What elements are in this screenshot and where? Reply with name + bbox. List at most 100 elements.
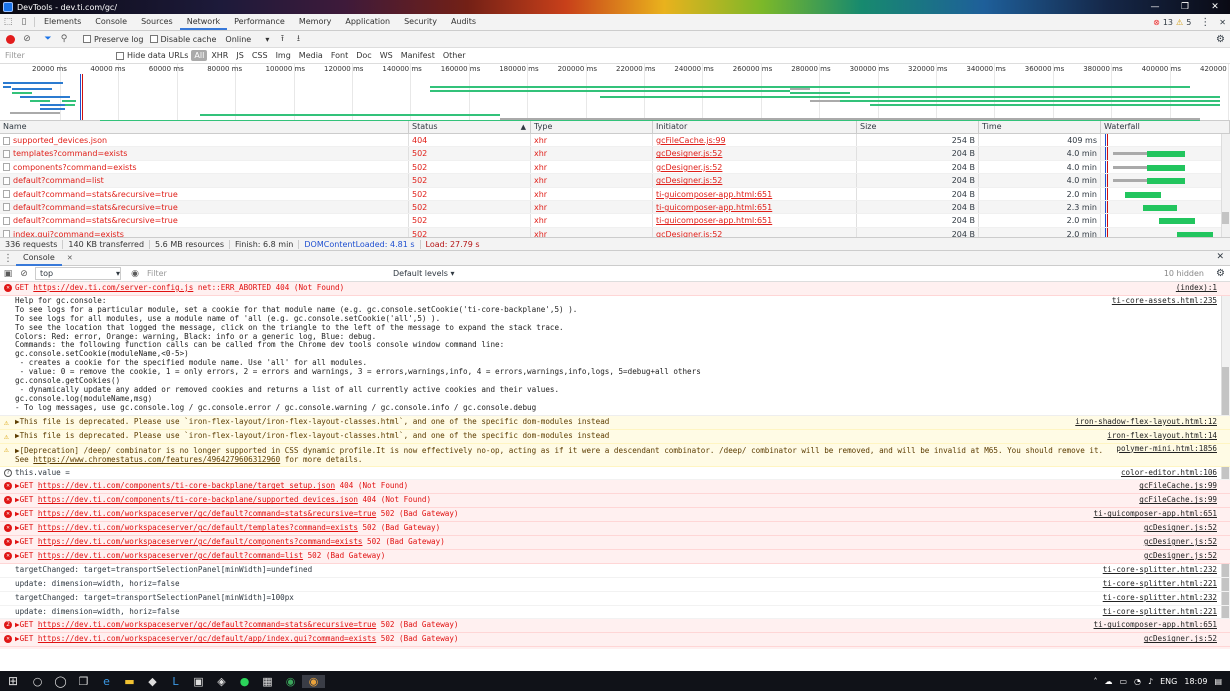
message-source-link[interactable]: iron-shadow-flex-layout.html:12 (1075, 416, 1217, 429)
tab-application[interactable]: Application (338, 14, 397, 30)
tab-sources[interactable]: Sources (134, 14, 180, 30)
filter-type-doc[interactable]: Doc (352, 50, 375, 61)
app-photo-icon[interactable]: ▣ (187, 675, 210, 688)
filter-type-js[interactable]: JS (232, 50, 247, 61)
console-error-message[interactable]: ✕▶GET https://dev.ti.com/workspaceserver… (0, 647, 1230, 649)
console-error-message[interactable]: ✕▶GET https://dev.ti.com/workspaceserver… (0, 508, 1230, 523)
context-select[interactable]: top ▾ (35, 267, 121, 280)
drawer-menu-icon[interactable]: ⋮ (0, 253, 16, 264)
column-header-status[interactable]: Status ▲ (409, 121, 531, 133)
store-icon[interactable]: ◆ (141, 675, 164, 688)
cell-name[interactable]: components?command=exists (0, 160, 409, 174)
console-error-message[interactable]: ✕▶GET https://dev.ti.com/workspaceserver… (0, 549, 1230, 564)
chrome-icon[interactable]: ◉ (279, 675, 302, 688)
console-error-message[interactable]: ✕▶GET https://dev.ti.com/workspaceserver… (0, 633, 1230, 648)
windows-start-icon[interactable]: ⊞ (0, 674, 26, 688)
console-log-message[interactable]: targetChanged: target=transportSelection… (0, 592, 1230, 606)
column-header-name[interactable]: Name (0, 121, 409, 133)
app-box-icon[interactable]: ◈ (210, 675, 233, 688)
cell-initiator[interactable]: gcDesigner.js:52 (653, 147, 857, 160)
close-devtools-icon[interactable]: ✕ (1219, 18, 1226, 27)
console-log-message[interactable]: ? this.value = color-editor.html:106 (0, 467, 1230, 481)
input-language[interactable]: ENG (1160, 677, 1177, 686)
message-source-link[interactable]: gcFileCache.js:99 (1139, 494, 1217, 507)
cell-initiator[interactable]: ti-guicomposer-app.html:651 (653, 214, 857, 227)
filter-type-ws[interactable]: WS (376, 50, 397, 61)
import-har-icon[interactable]: ⭱ (274, 31, 290, 47)
preserve-log-checkbox[interactable] (83, 35, 91, 43)
console-log-message[interactable]: targetChanged: target=transportSelection… (0, 564, 1230, 578)
more-menu-icon[interactable]: ⋮ (1200, 17, 1210, 28)
show-sidebar-icon[interactable]: ▣ (0, 269, 16, 279)
column-header-type[interactable]: Type (531, 121, 653, 133)
console-log-message[interactable]: update: dimension=width, horiz=false ti-c… (0, 578, 1230, 592)
close-drawer-icon[interactable]: ✕ (1216, 252, 1224, 262)
cell-initiator[interactable]: ti-guicomposer-app.html:651 (653, 187, 857, 200)
column-header-waterfall[interactable]: Waterfall (1101, 121, 1230, 133)
edge-icon[interactable]: e (95, 675, 118, 688)
filter-type-other[interactable]: Other (439, 50, 470, 61)
message-source-link[interactable]: color-editor.html:106 (1121, 467, 1217, 480)
message-url-link[interactable]: https://dev.ti.com/workspaceserver/gc/de… (38, 648, 376, 649)
record-icon[interactable] (6, 34, 15, 44)
device-toolbar-icon[interactable]: ▯ (16, 14, 32, 30)
cell-name[interactable]: templates?command=exists (0, 147, 409, 160)
cell-name[interactable]: default?command=stats&recursive=true (0, 214, 409, 227)
message-url-link[interactable]: https://dev.ti.com/workspaceserver/gc/de… (38, 509, 376, 518)
message-source-link[interactable]: ti-core-splitter.html:221 (1103, 606, 1217, 619)
console-error-message[interactable]: ✕▶GET https://dev.ti.com/workspaceserver… (0, 522, 1230, 537)
console-error-message[interactable]: ✕ GET https://dev.ti.com/server-config.js… (0, 282, 1230, 296)
volume-icon[interactable]: ♪ (1148, 677, 1153, 686)
warning-count-icon[interactable]: ⚠ (1176, 18, 1183, 27)
cell-name[interactable]: default?command=list (0, 174, 409, 187)
message-url-link[interactable]: https://dev.ti.com/server-config.js (33, 283, 193, 292)
console-warning-message[interactable]: ⚠ ▶[Deprecation] /deep/ combinator is no … (0, 443, 1230, 467)
log-levels-select[interactable]: Default levels ▾ (393, 269, 455, 278)
maximize-button[interactable]: ❐ (1170, 0, 1200, 14)
filter-type-css[interactable]: CSS (248, 50, 272, 61)
message-url-link[interactable]: https://www.ch (33, 455, 97, 464)
cell-initiator[interactable]: gcDesigner.js:52 (653, 160, 857, 174)
table-scrollbar[interactable] (1221, 134, 1230, 237)
cell-name[interactable]: default?command=stats&recursive=true (0, 200, 409, 214)
tab-console-drawer[interactable]: Console (16, 251, 62, 266)
cell-initiator[interactable]: gcDesigner.js:52 (653, 174, 857, 187)
tab-elements[interactable]: Elements (37, 14, 88, 30)
console-log-message[interactable]: update: dimension=width, horiz=false ti-c… (0, 606, 1230, 620)
file-explorer-icon[interactable]: ▬ (118, 675, 141, 688)
clock[interactable]: 18:09 (1184, 677, 1207, 686)
hide-data-urls-checkbox[interactable] (116, 51, 124, 60)
message-source-link[interactable]: polymer-mini.html:1856 (1116, 444, 1217, 453)
console-error-message[interactable]: ✕ ▶GET https://dev.ti.com/components/ti-c… (0, 494, 1230, 509)
message-source-link[interactable]: ti-core-splitter.html:221 (1103, 578, 1217, 591)
close-tab-icon[interactable]: ✕ (62, 254, 78, 262)
search-icon[interactable]: ○ (26, 675, 49, 688)
console-warning-message[interactable]: ⚠ ▶This file is deprecated. Please use `i… (0, 429, 1230, 444)
warning-count[interactable]: 5 (1186, 18, 1191, 27)
message-url-link[interactable]: https://dev.ti.com/workspaceserver/gc/de… (38, 634, 376, 643)
console-error-message[interactable]: ✕ ▶GET https://dev.ti.com/components/ti-c… (0, 480, 1230, 495)
tab-network[interactable]: Network (179, 14, 228, 30)
filter-type-all[interactable]: All (191, 50, 208, 61)
filter-type-manifest[interactable]: Manifest (397, 50, 439, 61)
network-overview-timeline[interactable]: 20000 ms 40000 ms 60000 ms 80000 ms 100000 m… (0, 64, 1230, 122)
message-url-link[interactable]: https://dev.ti.com/workspaceserver/gc/de… (38, 620, 376, 629)
gear-icon[interactable]: ⚙ (1216, 268, 1225, 279)
table-row[interactable]: default?command=stats&recursive=true 502 x… (0, 200, 1230, 215)
message-url-link[interactable]: https://dev.ti.com/components/ti-core-ba… (38, 495, 358, 504)
message-source-link[interactable]: ti-guicomposer-app.html:651 (1094, 508, 1217, 521)
spotify-icon[interactable]: ● (233, 675, 256, 688)
console-warning-message[interactable]: ⚠ ▶This file is deprecated. Please use `i… (0, 415, 1230, 430)
column-header-initiator[interactable]: Initiator (653, 121, 857, 133)
table-row[interactable]: default?command=list 502 xhr gcDesigner.js:… (0, 174, 1230, 188)
table-row[interactable]: default?command=stats&recursive=true 502 x… (0, 187, 1230, 201)
message-url-link[interactable]: https://dev.ti.com/workspaceserver/gc/de… (38, 551, 303, 560)
app-grid-icon[interactable]: ▦ (256, 675, 279, 688)
table-scroll-thumb[interactable] (1222, 212, 1229, 224)
message-url-link[interactable]: https://dev.ti.com/components/ti-core-ba… (38, 481, 335, 490)
message-source-link[interactable]: ti-core-splitter.html:232 (1103, 592, 1217, 605)
message-source-link[interactable]: gcFileCache.js:99 (1139, 480, 1217, 493)
message-source-link[interactable]: ti-guicomposer-app.html:651 (1094, 619, 1217, 632)
message-url-link-continued[interactable]: romestatus.com/features/4964279606312960 (97, 455, 280, 464)
disable-cache-checkbox[interactable] (149, 35, 158, 43)
